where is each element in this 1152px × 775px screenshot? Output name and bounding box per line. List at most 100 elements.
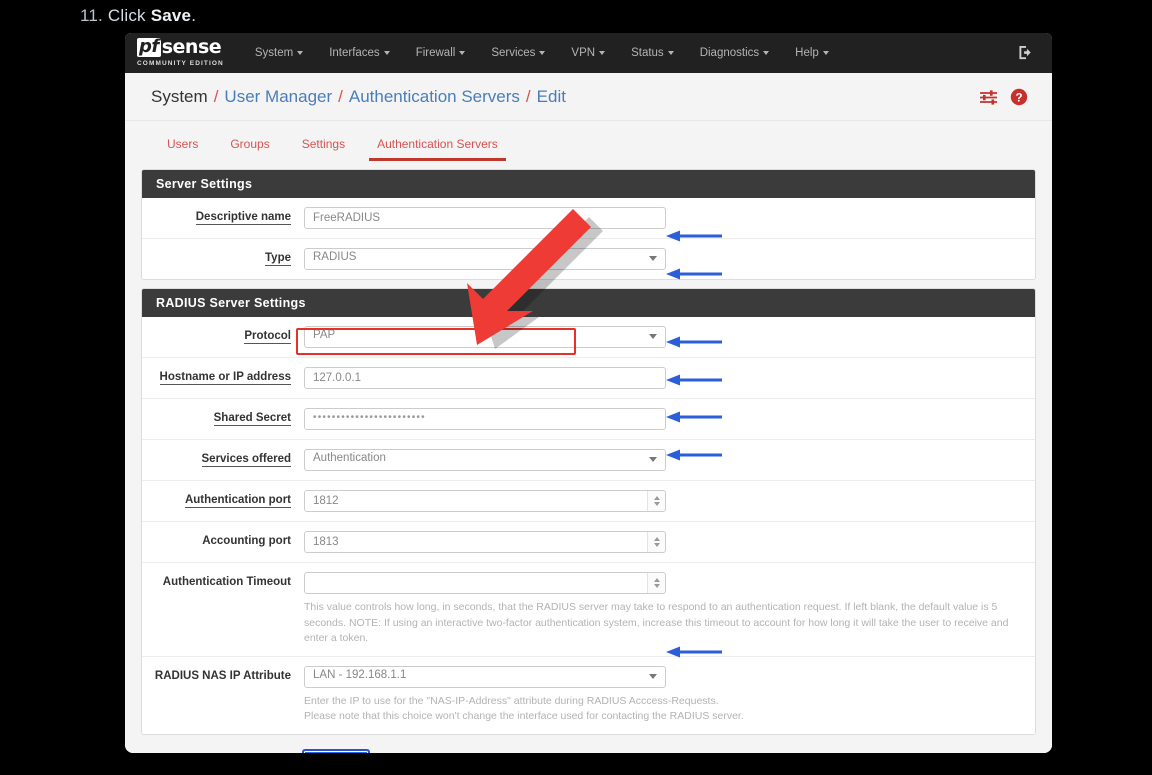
breadcrumb: System / User Manager / Authentication S… [151,87,566,107]
chevron-down-icon [763,50,770,55]
breadcrumb-separator: / [525,86,531,106]
svg-text:?: ? [1015,92,1022,104]
nav-item-vpn[interactable]: VPN [558,33,618,73]
tab-users[interactable]: Users [151,137,214,161]
services-offered-value: Authentication [313,452,386,464]
logo-pf-mark: pf [137,36,161,57]
row-shared-secret: Shared Secret •••••••••••••••••••••••• [142,399,1035,440]
field-authentication-timeout: This value controls how long, in seconds… [304,572,1035,647]
sliders-icon[interactable] [979,89,998,105]
label-shared-secret: Shared Secret [213,412,291,426]
step-text-after: . [191,6,197,25]
step-caption: 11. Click Save. [80,3,196,29]
services-offered-select[interactable]: Authentication [304,449,666,471]
radius-nas-ip-help-line1: Enter the IP to use for the "NAS-IP-Addr… [304,694,719,707]
row-authentication-port: Authentication port [142,481,1035,522]
breadcrumb-separator: / [213,86,219,106]
nav-label: Firewall [415,47,456,59]
label-accounting-port: Accounting port [202,535,291,547]
radius-nas-ip-value: LAN - 192.168.1.1 [313,668,407,681]
radius-nas-ip-select[interactable]: LAN - 192.168.1.1 [304,665,666,688]
label-type: Type [265,252,291,266]
authentication-port-stepper[interactable] [647,491,665,511]
label-authentication-timeout: Authentication Timeout [162,576,291,588]
field-accounting-port [304,531,1035,553]
label-radius-nas-ip-attribute: RADIUS NAS IP Attribute [154,669,291,682]
pfsense-logo[interactable]: pf sense COMMUNITY EDITION [137,38,224,68]
chevron-down-icon [649,673,657,679]
row-type: Type RADIUS [142,239,1035,279]
tab-settings[interactable]: Settings [286,137,361,161]
stepper-down-icon [653,543,660,547]
breadcrumb-icons: ? [979,88,1028,106]
chevron-down-icon [459,50,466,55]
nav-label: Interfaces [329,47,380,59]
server-settings-title: Server Settings [142,170,1035,198]
field-services-offered: Authentication [304,449,1035,471]
field-type: RADIUS [304,248,1035,270]
authentication-timeout-input[interactable] [304,572,666,594]
nav-item-diagnostics[interactable]: Diagnostics [687,33,782,73]
nav-label: Help [795,47,819,59]
pfsense-window: pf sense COMMUNITY EDITION System Interfa… [125,33,1052,753]
accounting-port-input[interactable] [304,531,666,553]
nav-item-services[interactable]: Services [478,33,558,73]
chevron-down-icon [649,334,657,339]
field-protocol: PAP [304,326,1035,348]
authentication-port-input[interactable] [304,490,666,512]
nav-label: Diagnostics [699,47,760,59]
chevron-down-icon [649,256,657,261]
accounting-port-stepper[interactable] [647,532,665,552]
server-settings-panel: Server Settings Descriptive name Type RA… [141,169,1036,280]
tab-bar: Users Groups Settings Authentication Ser… [125,121,1052,161]
type-select[interactable]: RADIUS [304,248,666,270]
logout-icon[interactable] [1018,45,1034,60]
save-button[interactable]: Save [302,748,371,753]
chevron-down-icon [599,50,606,55]
logo-subtitle: COMMUNITY EDITION [137,60,224,67]
type-select-value: RADIUS [313,251,357,263]
breadcrumb-item-user-manager[interactable]: User Manager [224,87,332,107]
tab-authentication-servers[interactable]: Authentication Servers [361,137,514,161]
hostname-input[interactable] [304,367,666,389]
logo-sense-text: sense [161,36,222,58]
field-shared-secret: •••••••••••••••••••••••• [304,408,1035,430]
nav-label: VPN [571,47,596,59]
nav-item-help[interactable]: Help [782,33,842,73]
nav-item-interfaces[interactable]: Interfaces [316,33,403,73]
tab-groups[interactable]: Groups [214,137,285,161]
chevron-down-icon [539,50,546,55]
label-descriptive-name: Descriptive name [195,211,291,225]
nav-item-firewall[interactable]: Firewall [403,33,479,73]
protocol-select-value: PAP [313,329,336,341]
descriptive-name-input[interactable] [304,207,666,229]
radius-settings-title: RADIUS Server Settings [142,289,1035,317]
row-authentication-timeout: Authentication Timeout This value contro… [142,563,1035,657]
top-navbar: pf sense COMMUNITY EDITION System Interfa… [125,33,1052,73]
row-descriptive-name: Descriptive name [142,198,1035,239]
chevron-down-icon [822,50,829,55]
breadcrumb-separator: / [338,86,343,106]
breadcrumb-item-system[interactable]: System [151,87,208,107]
stepper-up-icon [653,496,660,500]
step-text-before: Click [107,6,151,25]
nav-label: System [254,47,294,59]
stepper-up-icon [653,537,660,541]
help-circle-icon[interactable]: ? [1010,88,1028,106]
radius-server-settings-panel: RADIUS Server Settings Protocol PAP Host… [141,288,1036,735]
breadcrumb-item-authentication-servers[interactable]: Authentication Servers [349,87,520,107]
radius-nas-ip-help-line2: Please note that this choice won't chang… [304,710,744,722]
authentication-timeout-help: This value controls how long, in seconds… [304,601,1009,644]
nav-item-system[interactable]: System [242,33,316,73]
nav-label: Services [491,47,536,59]
authentication-timeout-stepper[interactable] [647,573,665,593]
chevron-down-icon [297,50,304,55]
row-protocol: Protocol PAP [142,317,1035,358]
protocol-select[interactable]: PAP [304,326,666,348]
label-hostname: Hostname or IP address [159,371,291,385]
breadcrumb-item-edit[interactable]: Edit [537,87,566,107]
shared-secret-input[interactable]: •••••••••••••••••••••••• [304,408,666,430]
chevron-down-icon [383,50,390,55]
field-descriptive-name [304,207,1035,229]
nav-item-status[interactable]: Status [618,33,687,73]
